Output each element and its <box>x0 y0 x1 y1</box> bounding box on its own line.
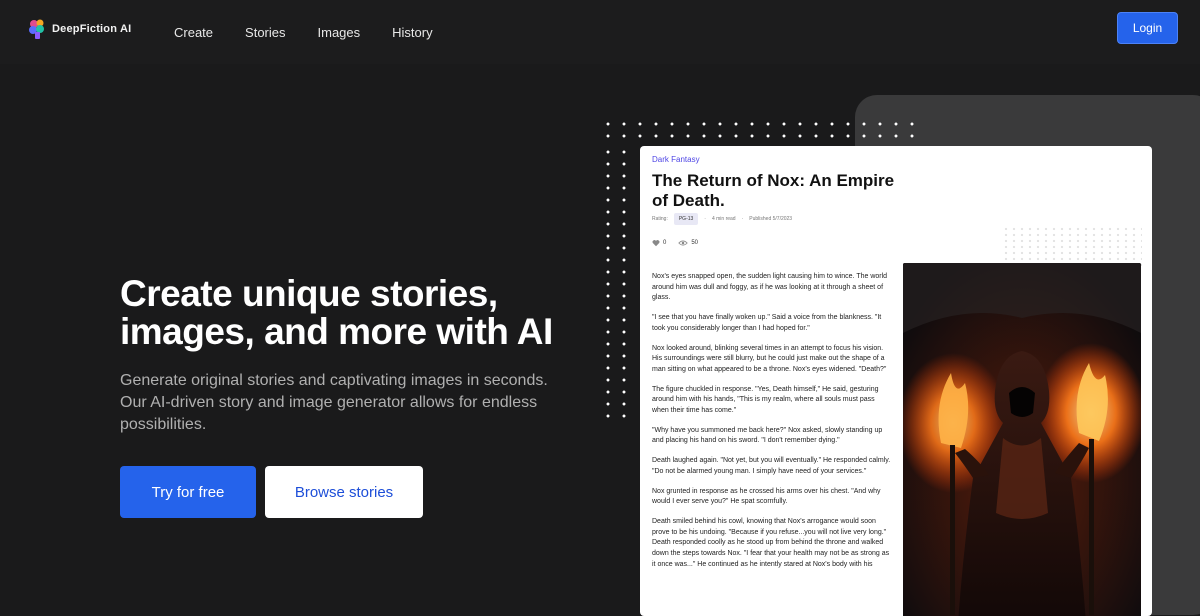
story-paragraph: "I see that you have finally woken up." … <box>652 314 882 332</box>
view-count: 50 <box>691 240 699 246</box>
read-time: 4 min read <box>711 216 736 222</box>
decorative-dot-grid-left <box>600 146 636 426</box>
nav-link-history[interactable]: History <box>392 25 432 40</box>
rating-label: Rating: <box>652 216 668 222</box>
nav-link-stories[interactable]: Stories <box>245 25 285 40</box>
eye-icon <box>678 240 689 246</box>
hooded-figure-with-torches-illustration <box>903 263 1141 616</box>
hero-subtitle: Generate original stories and captivatin… <box>120 372 548 433</box>
browse-stories-button[interactable]: Browse stories <box>265 466 423 518</box>
story-title: The Return of Nox: An Empire of Death. <box>652 171 895 210</box>
view-stat: 50 <box>678 239 698 247</box>
like-count: 0 <box>663 240 667 246</box>
like-stat[interactable]: 0 <box>652 239 666 247</box>
story-meta: Rating: PG-13 · 4 min read · Published 5… <box>652 213 792 225</box>
story-stats: 0 50 <box>652 239 698 247</box>
nav-link-create[interactable]: Create <box>174 25 213 40</box>
hero-title: Create unique stories, images, and more … <box>120 273 553 352</box>
heart-icon <box>652 240 660 247</box>
story-paragraph: Death smiled behind his cowl, knowing th… <box>652 517 890 568</box>
meta-separator: · <box>704 216 706 222</box>
story-preview-card[interactable]: Dark Fantasy The Return of Nox: An Empir… <box>640 146 1152 616</box>
story-body: Nox's eyes snapped open, the sudden ligh… <box>652 272 892 579</box>
story-paragraph: Nox grunted in response as he crossed hi… <box>652 487 881 506</box>
meta-separator: · <box>741 216 744 222</box>
top-navbar: DeepFiction AI Create Stories Images His… <box>0 0 1200 64</box>
decorative-dot-grid-top <box>600 118 926 146</box>
try-for-free-button[interactable]: Try for free <box>120 466 256 518</box>
brand-name: DeepFiction AI <box>52 23 132 35</box>
story-paragraph: The figure chuckled in response. "Yes, D… <box>652 385 879 415</box>
story-illustration <box>903 263 1141 616</box>
card-dot-pattern <box>1002 226 1142 266</box>
nav-links: Create Stories Images History <box>174 25 433 40</box>
story-paragraph: Death laughed again. "Not yet, but you w… <box>652 457 891 475</box>
story-genre: Dark Fantasy <box>652 155 700 164</box>
login-button[interactable]: Login <box>1117 12 1178 44</box>
nav-link-images[interactable]: Images <box>318 25 361 40</box>
published-date: Published 5/7/2023 <box>749 216 793 222</box>
story-paragraph: "Why have you summoned me back here?" No… <box>652 426 883 445</box>
story-paragraph: Nox's eyes snapped open, the sudden ligh… <box>652 273 888 302</box>
brand-logo[interactable]: DeepFiction AI <box>28 18 131 40</box>
brain-logo-icon <box>29 19 44 39</box>
rating-badge: PG-13 <box>673 213 699 225</box>
story-paragraph: Nox looked around, blinking several time… <box>652 344 887 373</box>
